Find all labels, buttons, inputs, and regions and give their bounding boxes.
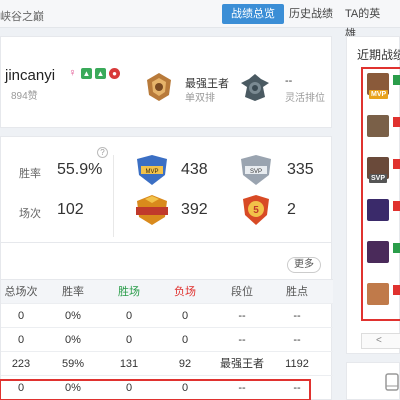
table-row: 0 0% 0 0 -- -- xyxy=(1,303,333,327)
penta-kill-medal-icon: 5 xyxy=(243,195,269,225)
svp-tag: SVP xyxy=(369,174,388,183)
hero-portrait[interactable] xyxy=(367,115,389,137)
svg-text:MVP: MVP xyxy=(145,169,158,175)
result-indicator xyxy=(393,75,400,85)
cell-tier: -- xyxy=(238,310,246,322)
th-losses: 负场 xyxy=(174,286,196,298)
mvp-medal-icon: MVP xyxy=(137,155,167,185)
breadcrumb: 峡谷之巅 xyxy=(0,11,44,23)
unranked-emblem-icon xyxy=(241,74,269,101)
profile-card: jincanyi ♀ ▲ ▲ ● 894赞 最强王者 单双排 -- 灵活排位 xyxy=(0,36,332,128)
hero-portrait[interactable] xyxy=(367,283,389,305)
win-rate-value: 55.9% xyxy=(57,161,103,178)
tab-overview[interactable]: 战绩总览 xyxy=(222,4,284,24)
cell-losses: 0 xyxy=(181,382,189,394)
cell-points: -- xyxy=(293,382,301,394)
challenger-rank-icon xyxy=(147,73,171,101)
svg-text:5: 5 xyxy=(253,205,259,216)
divider xyxy=(113,155,114,237)
help-icon[interactable]: ? xyxy=(97,147,108,158)
level-badge-icon-2: ▲ xyxy=(95,68,106,79)
player-name: jincanyi xyxy=(5,67,56,84)
result-indicator xyxy=(393,159,400,169)
cell-points: -- xyxy=(293,310,301,322)
ranked-stats-table: 更多 总场次 胜率 胜场 负场 段位 胜点 0 0% 0 0 -- -- 0 0… xyxy=(0,242,333,400)
cell-total: 0 xyxy=(17,334,25,346)
th-wins: 胜场 xyxy=(118,286,140,298)
cell-wins: 131 xyxy=(119,358,139,370)
svp-count: 335 xyxy=(287,161,314,178)
cell-win-rate: 0% xyxy=(65,382,81,394)
table-header: 总场次 胜率 胜场 负场 段位 胜点 xyxy=(1,279,333,303)
cell-total: 0 xyxy=(17,310,25,322)
hero-portrait[interactable]: MVP xyxy=(367,73,389,99)
chevron-left-icon: < xyxy=(376,335,382,346)
games-value: 102 xyxy=(57,201,84,218)
th-total-games: 总场次 xyxy=(4,286,38,298)
result-indicator xyxy=(393,285,400,295)
th-win-rate: 胜率 xyxy=(62,286,84,298)
tablet-icon xyxy=(385,373,399,391)
svp-medal-icon: SVP xyxy=(241,155,271,185)
cell-points: 1192 xyxy=(285,358,309,370)
table-row: 0 0% 0 0 -- -- xyxy=(1,327,333,351)
recent-matches-panel: 近期战绩 MVP SVP < xyxy=(346,36,400,400)
player-badges: ♀ ▲ ▲ ● xyxy=(67,68,120,79)
cell-wins: 0 xyxy=(125,334,133,346)
level-badge-icon: ▲ xyxy=(81,68,92,79)
cell-total: 223 xyxy=(11,358,31,370)
cell-tier: -- xyxy=(238,334,246,346)
cell-win-rate: 59% xyxy=(61,358,85,370)
result-indicator xyxy=(393,243,400,253)
flex-rank-label: 灵活排位 xyxy=(285,93,325,104)
region-badge-icon: ● xyxy=(109,68,120,79)
pager-prev-button[interactable]: < xyxy=(361,333,400,349)
top-nav-bar: 峡谷之巅 战绩总览 历史战绩 TA的英雄 xyxy=(0,0,400,40)
device-card xyxy=(346,362,400,400)
tab-history[interactable]: 历史战绩 xyxy=(280,4,342,24)
more-button[interactable]: 更多 xyxy=(287,257,321,273)
win-rate-label: 胜率 xyxy=(19,168,41,180)
penta-kill-count: 2 xyxy=(287,201,296,218)
result-indicator xyxy=(393,201,400,211)
cell-wins: 0 xyxy=(125,382,133,394)
th-tier: 段位 xyxy=(231,286,253,298)
cell-losses: 0 xyxy=(181,334,189,346)
cell-win-rate: 0% xyxy=(65,334,81,346)
solo-rank-label: 单双排 xyxy=(185,93,215,104)
female-icon: ♀ xyxy=(67,67,78,79)
cell-losses: 0 xyxy=(181,310,189,322)
cell-losses: 92 xyxy=(178,358,192,370)
legendary-medal-icon xyxy=(136,195,168,225)
main-panel: jincanyi ♀ ▲ ▲ ● 894赞 最强王者 单双排 -- 灵活排位 ?… xyxy=(0,36,333,400)
legendary-count: 392 xyxy=(181,201,208,218)
cell-wins: 0 xyxy=(125,310,133,322)
table-row: 0 0% 0 0 -- -- xyxy=(1,375,333,400)
cell-win-rate: 0% xyxy=(65,310,81,322)
flex-rank-title: -- xyxy=(285,75,293,87)
mvp-count: 438 xyxy=(181,161,208,178)
hero-portrait[interactable] xyxy=(367,241,389,263)
table-row-highlighted: 223 59% 131 92 最强王者 1192 xyxy=(1,351,333,375)
th-league-points: 胜点 xyxy=(286,286,308,298)
svg-text:SVP: SVP xyxy=(250,169,262,175)
cell-points: -- xyxy=(293,334,301,346)
hero-portrait[interactable]: SVP xyxy=(367,157,389,183)
likes-count: 894赞 xyxy=(11,91,38,102)
hero-portrait[interactable] xyxy=(367,199,389,221)
tab-their-heroes[interactable]: TA的英雄 xyxy=(336,4,400,40)
mvp-tag: MVP xyxy=(369,90,389,99)
recent-matches-card: 近期战绩 MVP SVP < xyxy=(346,36,400,354)
cell-tier: -- xyxy=(238,382,246,394)
games-label: 场次 xyxy=(19,208,41,220)
result-indicator xyxy=(393,117,400,127)
recent-matches-title: 近期战绩 xyxy=(357,48,400,62)
cell-total: 0 xyxy=(17,382,25,394)
cell-tier: 最强王者 xyxy=(220,358,264,370)
